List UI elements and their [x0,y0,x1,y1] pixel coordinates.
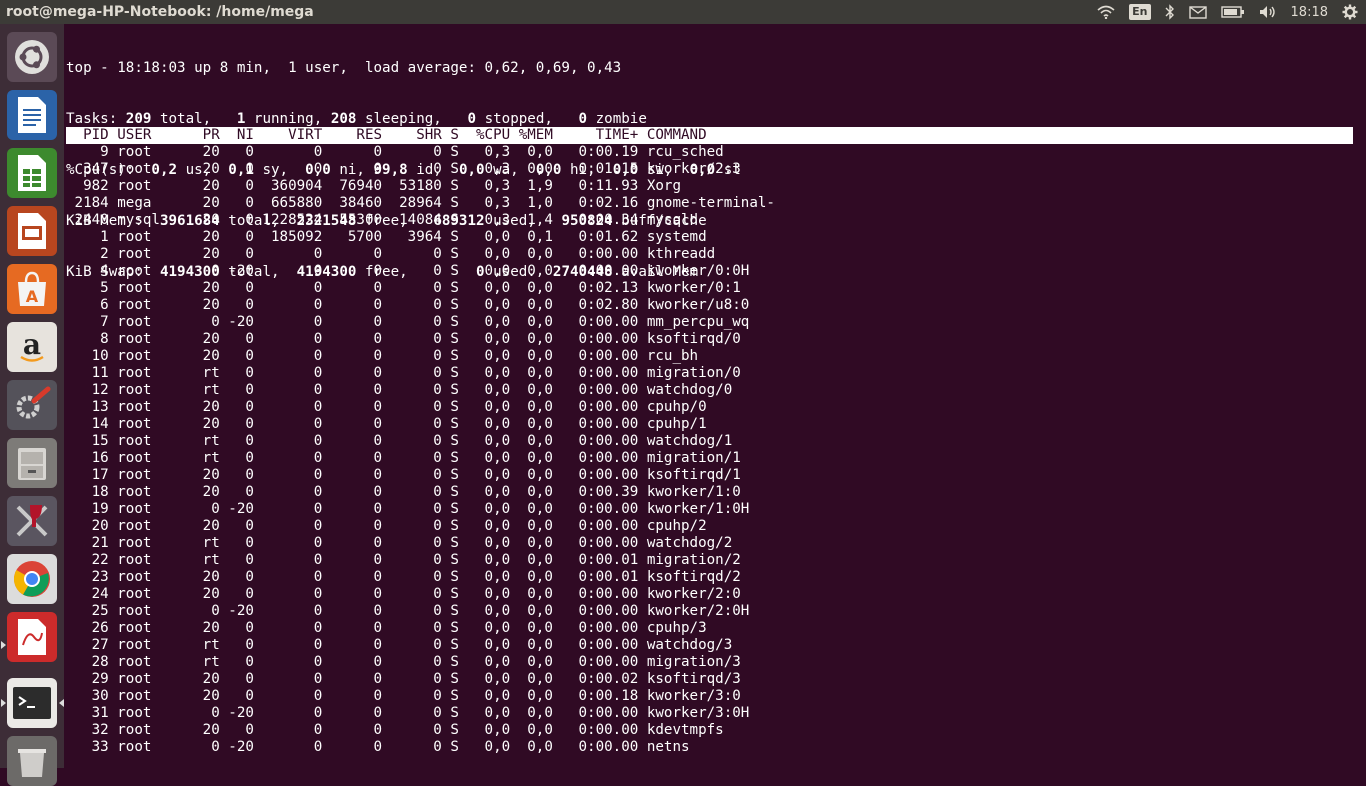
process-row: 22 root rt 0 0 0 0 S 0,0 0,0 0:00.01 mig… [66,552,741,568]
volume-icon[interactable] [1259,5,1277,19]
process-row: 347 root 20 0 0 0 0 S 0,3 0,0 0:01.15 kw… [66,161,741,177]
svg-text:a: a [23,328,41,361]
process-row: 10 root 20 0 0 0 0 S 0,0 0,0 0:00.00 rcu… [66,348,699,364]
process-row: 6 root 20 0 0 0 0 S 0,0 0,0 0:02.80 kwor… [66,297,750,313]
files-cabinet-icon[interactable] [7,438,57,488]
process-row: 14 root 20 0 0 0 0 S 0,0 0,0 0:00.00 cpu… [66,416,707,432]
terminal-icon[interactable] [7,678,57,728]
process-row: 23 root 20 0 0 0 0 S 0,0 0,0 0:00.01 kso… [66,569,741,585]
process-row: 25 root 0 -20 0 0 0 S 0,0 0,0 0:00.00 kw… [66,603,750,619]
ubuntu-software-icon[interactable]: A [7,264,57,314]
process-row: 33 root 0 -20 0 0 0 S 0,0 0,0 0:00.00 ne… [66,739,690,755]
process-row: 2 root 20 0 0 0 0 S 0,0 0,0 0:00.00 kthr… [66,246,716,262]
uptime-line: top - 18:18:03 up 8 min, 1 user, load av… [66,60,622,76]
process-row: 31 root 0 -20 0 0 0 S 0,0 0,0 0:00.00 kw… [66,705,750,721]
process-row: 15 root rt 0 0 0 0 S 0,0 0,0 0:00.00 wat… [66,433,733,449]
process-row: 21 root rt 0 0 0 0 S 0,0 0,0 0:00.00 wat… [66,535,733,551]
wifi-icon[interactable] [1097,5,1115,19]
process-row: 30 root 20 0 0 0 0 S 0,0 0,0 0:00.18 kwo… [66,688,741,704]
running-indicator-icon [1,641,6,649]
process-row: 13 root 20 0 0 0 0 S 0,0 0,0 0:00.00 cpu… [66,399,707,415]
bluetooth-icon[interactable] [1165,4,1175,20]
process-row: 17 root 20 0 0 0 0 S 0,0 0,0 0:00.00 kso… [66,467,741,483]
libreoffice-calc-icon[interactable] [7,148,57,198]
svg-text:A: A [26,287,39,306]
top-panel: root@mega-HP-Notebook: /home/mega En 18:… [0,0,1366,24]
process-table-header: PID USER PR NI VIRT RES SHR S %CPU %MEM … [66,127,1353,144]
libreoffice-impress-icon[interactable] [7,206,57,256]
process-row: 982 root 20 0 360904 76940 53180 S 0,3 1… [66,178,681,194]
keyboard-language-indicator[interactable]: En [1129,4,1151,20]
process-row: 7 root 0 -20 0 0 0 S 0,0 0,0 0:00.00 mm_… [66,314,750,330]
process-row: 4 root 0 -20 0 0 0 S 0,0 0,0 0:00.00 kwo… [66,263,750,279]
wine-tools-icon[interactable] [7,496,57,546]
clock[interactable]: 18:18 [1291,5,1328,20]
mail-icon[interactable] [1188,5,1207,19]
process-row: 26 root 20 0 0 0 0 S 0,0 0,0 0:00.00 cpu… [66,620,707,636]
process-row: 12 root rt 0 0 0 0 S 0,0 0,0 0:00.00 wat… [66,382,733,398]
process-row: 1 root 20 0 185092 5700 3964 S 0,0 0,1 0… [66,229,707,245]
terminal-window[interactable]: top - 18:18:03 up 8 min, 1 user, load av… [64,24,1366,768]
running-indicator-icon [1,699,6,707]
gear-icon[interactable] [1342,4,1358,20]
window-title: root@mega-HP-Notebook: /home/mega [6,4,314,20]
language-badge: En [1129,4,1151,20]
tasks-line: Tasks: 209 total, 1 running, 208 sleepin… [66,111,647,127]
process-row: 19 root 0 -20 0 0 0 S 0,0 0,0 0:00.00 kw… [66,501,750,517]
process-row: 27 root rt 0 0 0 0 S 0,0 0,0 0:00.00 wat… [66,637,733,653]
process-row: 8 root 20 0 0 0 0 S 0,0 0,0 0:00.00 ksof… [66,331,741,347]
process-row: 18 root 20 0 0 0 0 S 0,0 0,0 0:00.39 kwo… [66,484,741,500]
process-row: 2184 mega 20 0 665880 38460 28964 S 0,3 … [66,195,775,211]
indicator-area: En 18:18 [1083,0,1366,24]
process-row: 9 root 20 0 0 0 0 S 0,3 0,0 0:00.19 rcu_… [66,144,724,160]
libreoffice-writer-icon[interactable] [7,90,57,140]
process-row: 24 root 20 0 0 0 0 S 0,0 0,0 0:00.00 kwo… [66,586,741,602]
process-row: 5 root 20 0 0 0 0 S 0,0 0,0 0:02.13 kwor… [66,280,741,296]
process-row: 20 root 20 0 0 0 0 S 0,0 0,0 0:00.00 cpu… [66,518,707,534]
process-table: 9 root 20 0 0 0 0 S 0,3 0,0 0:00.19 rcu_… [66,144,775,756]
process-row: 29 root 20 0 0 0 0 S 0,0 0,0 0:00.02 kso… [66,671,741,687]
process-row: 16 root rt 0 0 0 0 S 0,0 0,0 0:00.00 mig… [66,450,741,466]
document-viewer-icon[interactable] [7,612,57,662]
amazon-icon[interactable]: a [7,322,57,372]
process-row: 28 root rt 0 0 0 0 S 0,0 0,0 0:00.00 mig… [66,654,741,670]
launcher: A a [0,24,64,786]
trash-icon[interactable] [7,736,57,786]
process-row: 2440 mysql 20 0 1228524 55300 14084 S 0,… [66,212,699,228]
process-row: 11 root rt 0 0 0 0 S 0,0 0,0 0:00.00 mig… [66,365,741,381]
ubuntu-dash-icon[interactable] [7,32,57,82]
system-settings-icon[interactable] [7,380,57,430]
battery-icon[interactable] [1220,6,1245,18]
chrome-icon[interactable] [7,554,57,604]
process-row: 32 root 20 0 0 0 0 S 0,0 0,0 0:00.00 kde… [66,722,724,738]
